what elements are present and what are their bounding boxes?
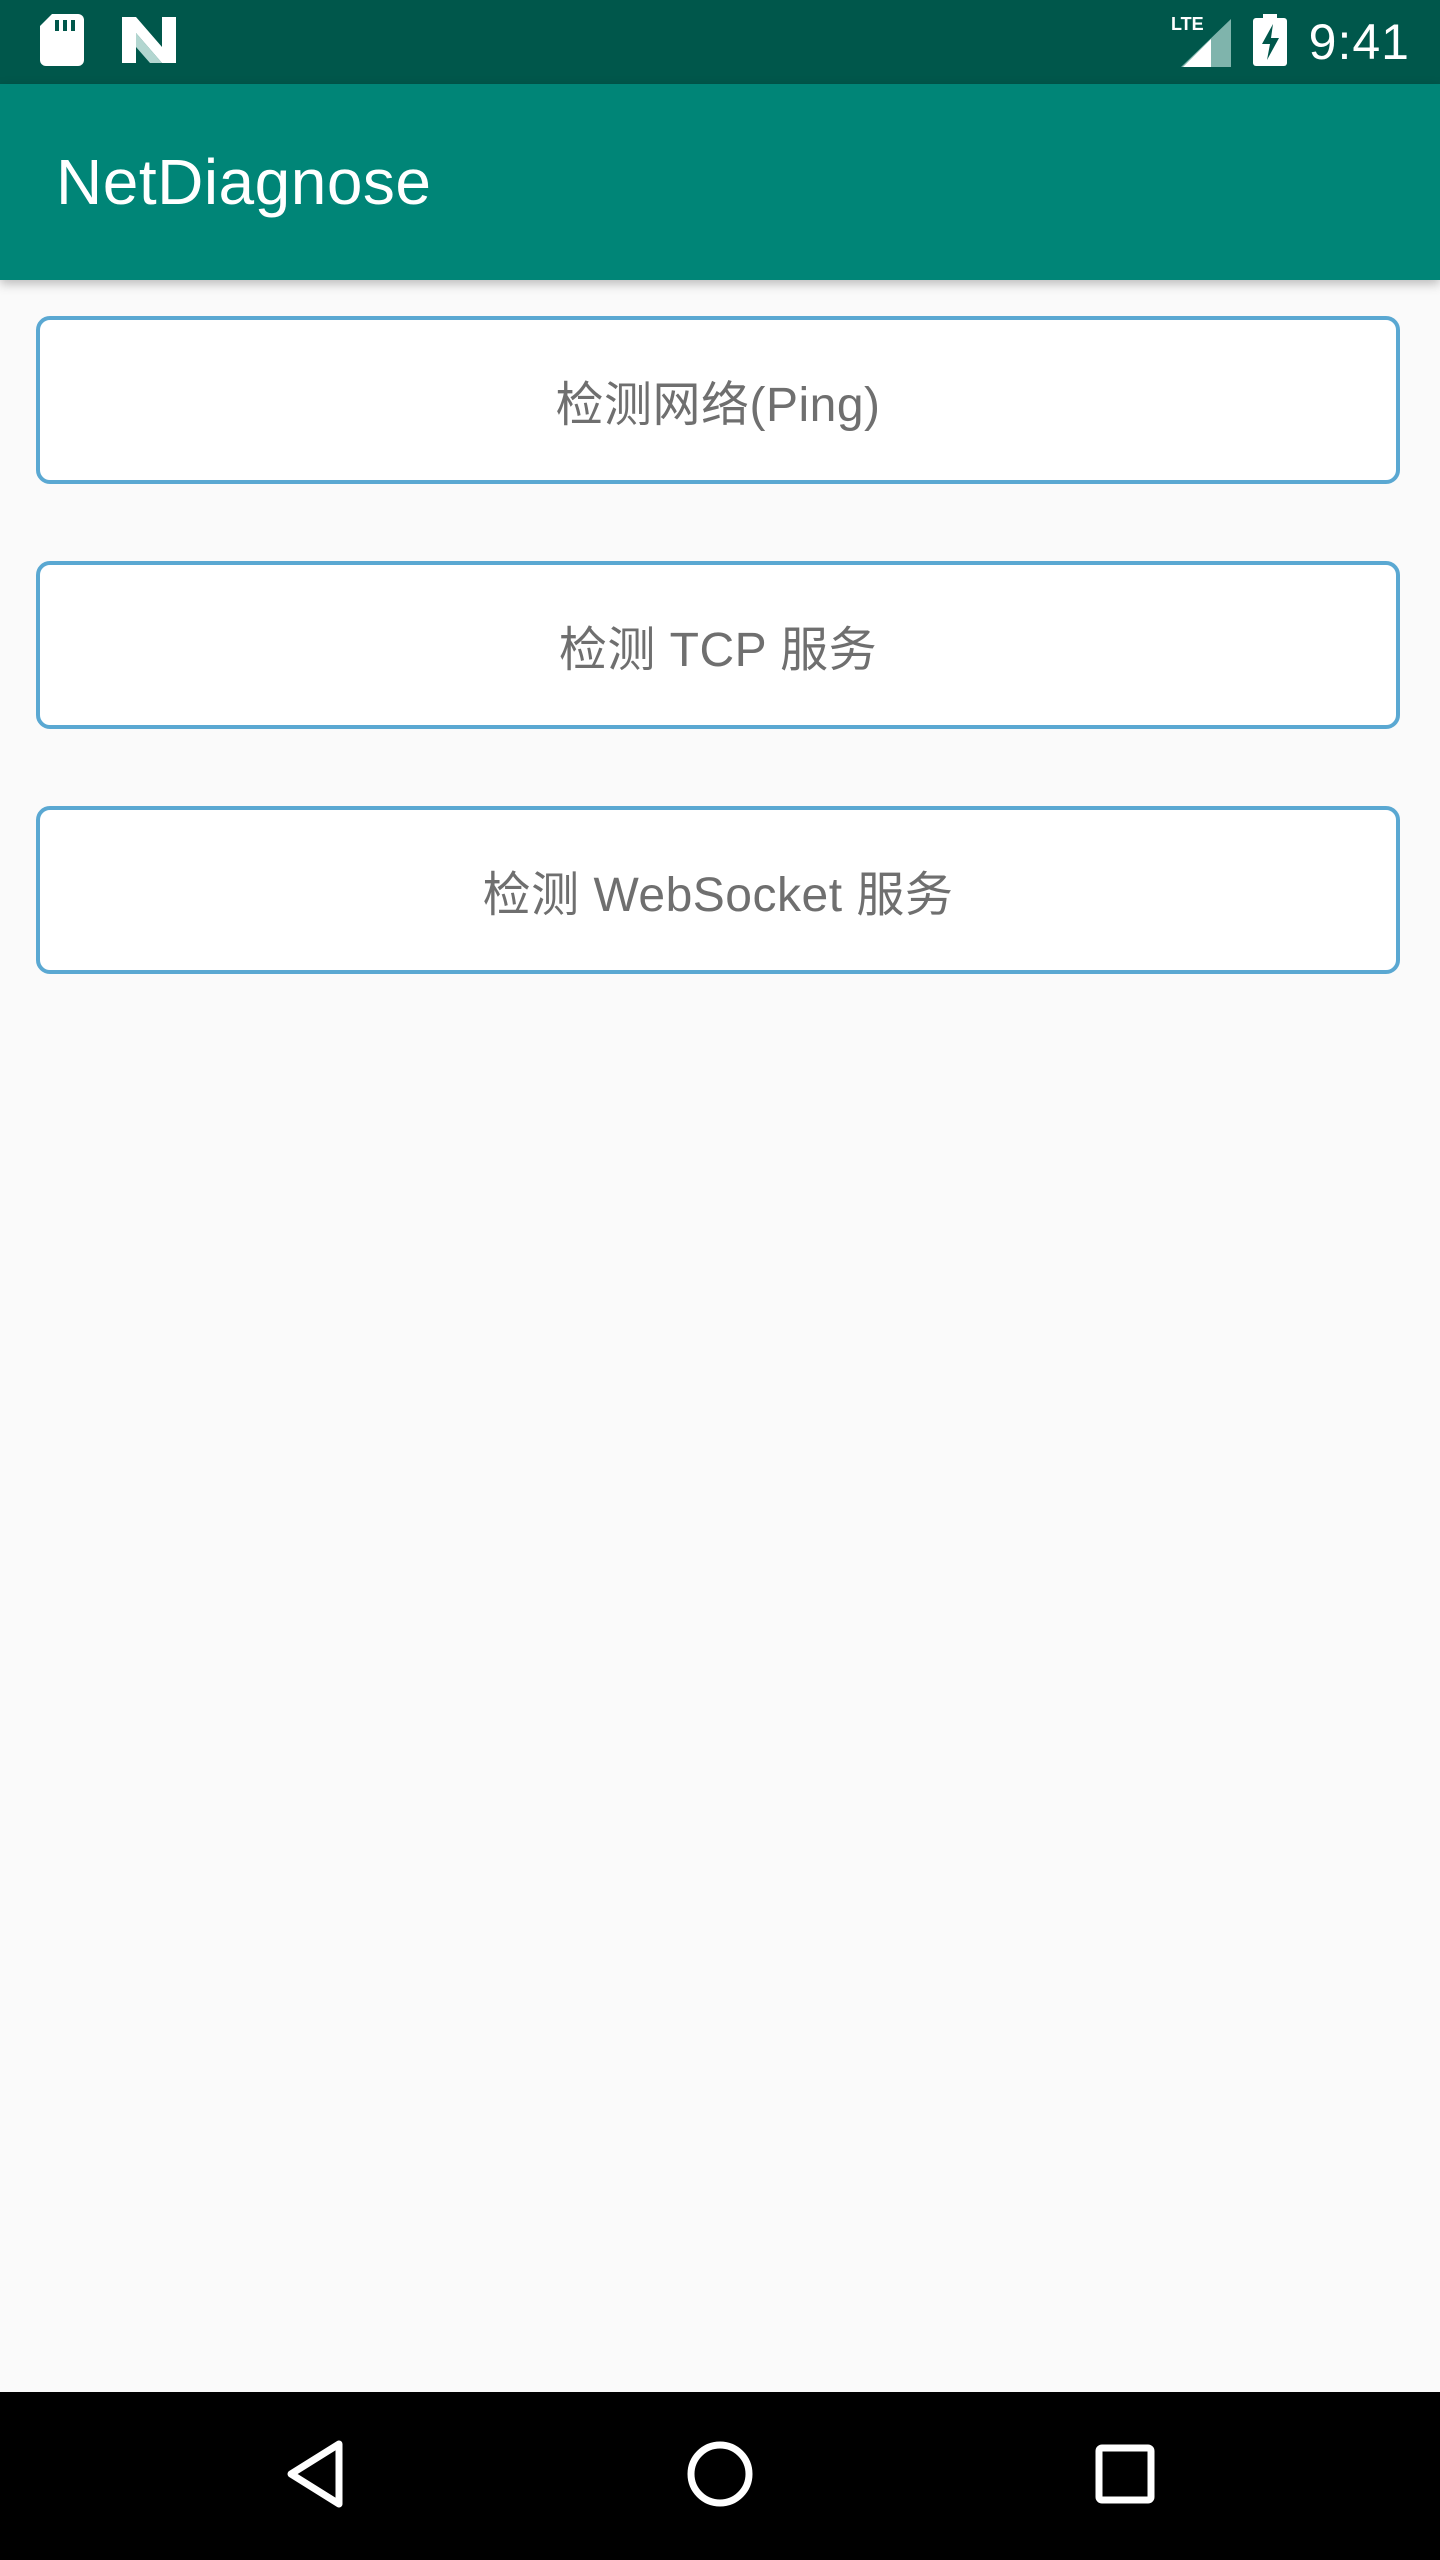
battery-charging-icon — [1252, 14, 1287, 70]
app-title: NetDiagnose — [56, 146, 432, 218]
status-time: 9:41 — [1308, 14, 1410, 70]
navigation-bar — [0, 2392, 1440, 2560]
tcp-check-button[interactable]: 检测 TCP 服务 — [36, 561, 1400, 729]
lte-signal-icon: LTE — [1171, 13, 1231, 71]
back-button[interactable] — [215, 2392, 415, 2560]
n-logo-icon — [122, 17, 176, 67]
home-button[interactable] — [620, 2392, 820, 2560]
status-bar-right: LTE 9:41 — [1171, 12, 1410, 72]
app-bar: NetDiagnose — [0, 84, 1440, 280]
status-bar: LTE 9:41 — [0, 0, 1440, 84]
websocket-check-button[interactable]: 检测 WebSocket 服务 — [36, 806, 1400, 974]
lte-label: LTE — [1171, 14, 1204, 34]
recents-icon — [1095, 2444, 1155, 2508]
back-icon — [283, 2438, 347, 2514]
ping-check-label: 检测网络(Ping) — [555, 379, 881, 432]
sd-card-icon — [40, 14, 84, 70]
main-content: 检测网络(Ping) 检测 TCP 服务 检测 WebSocket 服务 — [0, 280, 1440, 2392]
status-bar-left — [40, 14, 176, 70]
tcp-check-label: 检测 TCP 服务 — [558, 624, 878, 677]
websocket-check-label: 检测 WebSocket 服务 — [482, 869, 954, 922]
home-icon — [686, 2440, 754, 2512]
recents-button[interactable] — [1025, 2392, 1225, 2560]
ping-check-button[interactable]: 检测网络(Ping) — [36, 316, 1400, 484]
